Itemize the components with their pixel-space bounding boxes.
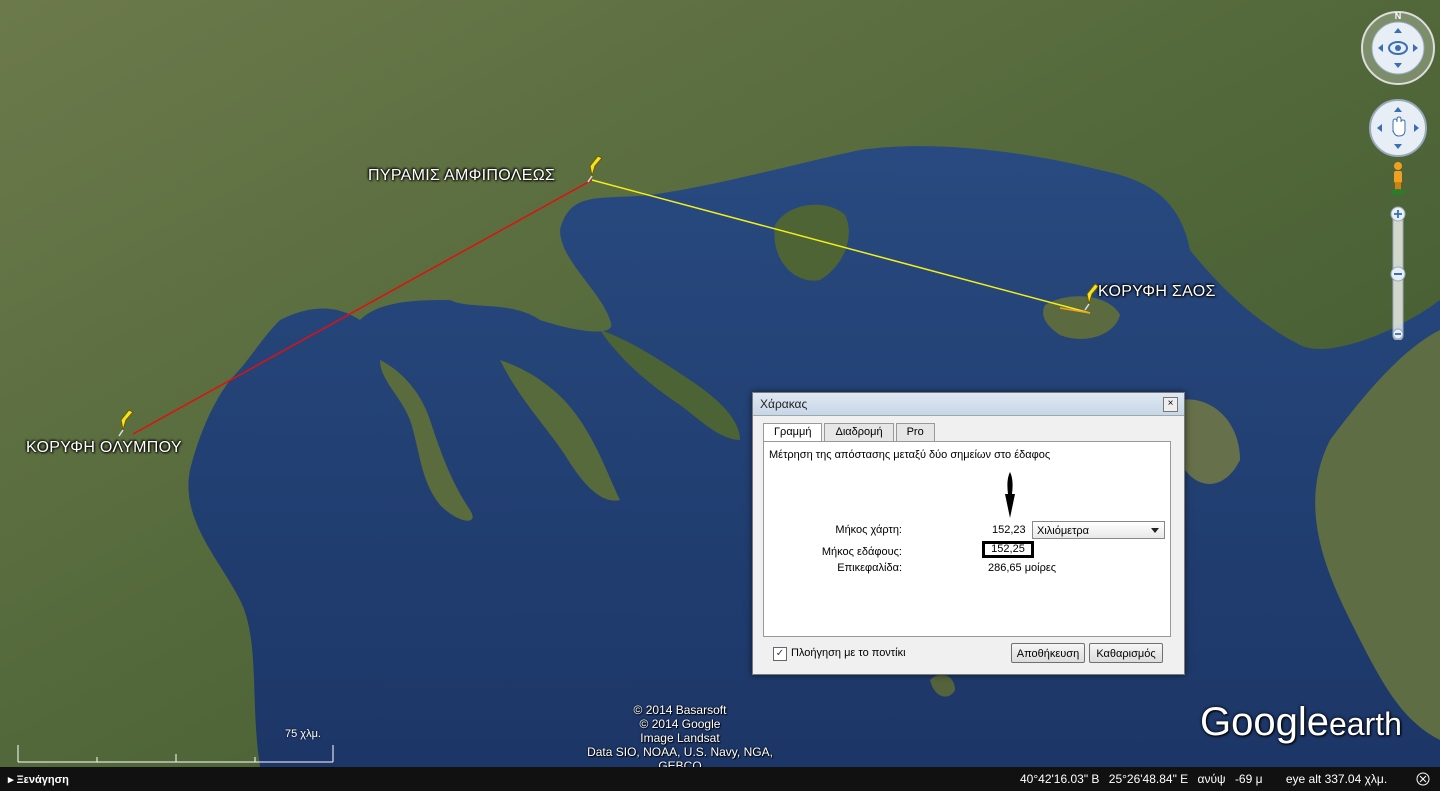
sound-icon[interactable] [1416, 772, 1430, 786]
ground-length-value: 152,25 [982, 541, 1034, 558]
eye-altitude: eye alt 337.04 χλμ. [1285, 772, 1388, 786]
mouse-nav-checkbox[interactable]: ✓ [773, 647, 787, 661]
ground-length-label: Μήκος εδάφους: [821, 546, 902, 558]
satellite-map[interactable] [0, 0, 1440, 791]
credit-line: © 2014 Basarsoft [633, 703, 727, 717]
ruler-tabs: Γραμμή Διαδρομή Pro [763, 423, 937, 442]
tab-line[interactable]: Γραμμή [763, 423, 823, 442]
clear-button[interactable]: Καθαρισμός [1089, 643, 1163, 663]
google-earth-logo: Googleearth [1200, 700, 1402, 745]
latitude: 40°42'16.03" Β [1020, 772, 1100, 786]
logo-google-text: Google [1200, 700, 1329, 744]
ruler-description: Μέτρηση της απόστασης μεταξύ δύο σημείων… [769, 449, 1051, 461]
chevron-down-icon [1151, 528, 1159, 533]
scale-label: 75 χλμ. [285, 728, 321, 740]
heading-label: Επικεφαλίδα: [837, 562, 902, 574]
tab-pro[interactable]: Pro [895, 423, 935, 441]
save-button[interactable]: Αποθήκευση [1011, 643, 1085, 663]
elevation-label: ανύψ [1197, 772, 1226, 786]
close-button[interactable]: × [1163, 397, 1178, 412]
unit-select-value: Χιλιόμετρα [1037, 525, 1090, 537]
heading-value: 286,65 μοίρες [988, 562, 1057, 574]
placemark-label-olympus[interactable]: ΚΟΡΥΦΗ ΟΛΥΜΠΟΥ [26, 439, 182, 457]
zoom-in-icon[interactable] [1390, 206, 1406, 222]
move-joystick-icon[interactable] [1369, 99, 1427, 157]
ruler-panel: Μέτρηση της απόστασης μεταξύ δύο σημείων… [763, 441, 1171, 637]
ruler-dialog: Χάρακας × Γραμμή Διαδρομή Pro Μέτρηση τη… [752, 392, 1185, 675]
svg-text:N: N [1395, 11, 1402, 21]
longitude: 25°26'48.84" Ε [1108, 772, 1189, 786]
status-bar: ▸ Ξενάγηση 40°42'16.03" Β 25°26'48.84" Ε… [0, 767, 1440, 791]
tab-path[interactable]: Διαδρομή [824, 423, 894, 441]
mouse-nav-label: Πλοήγηση με το ποντίκι [791, 647, 906, 659]
navigation-controls: N [1361, 11, 1435, 340]
placemark-label-amfipolis[interactable]: ΠΥΡΑΜΙΣ ΑΜΦΙΠΟΛΕΩΣ [368, 167, 555, 185]
zoom-out-icon[interactable] [1392, 328, 1404, 340]
map-length-label: Μήκος χάρτη: [835, 524, 902, 536]
pegman-icon[interactable] [1391, 162, 1405, 195]
map-length-value: 152,23 [992, 524, 1026, 536]
placemark-label-saos[interactable]: ΚΟΡΥΦΗ ΣΑΟΣ [1098, 283, 1216, 301]
unit-select[interactable]: Χιλιόμετρα [1032, 521, 1165, 539]
dialog-title: Χάρακας [753, 393, 1184, 416]
annotation-arrow-icon [1005, 472, 1015, 518]
logo-earth-text: earth [1328, 706, 1402, 742]
map-credits: © 2014 Basarsoft © 2014 Google Image Lan… [580, 703, 780, 773]
tour-button[interactable]: ▸ Ξενάγηση [8, 773, 69, 786]
credit-line: Image Landsat [640, 731, 720, 745]
zoom-handle[interactable] [1390, 266, 1406, 282]
look-joystick-icon[interactable]: N [1361, 11, 1435, 85]
credit-line: © 2014 Google [639, 717, 721, 731]
coordinates-readout: 40°42'16.03" Β 25°26'48.84" Ε ανύψ -69 μ… [1020, 772, 1393, 786]
elevation: -69 μ [1234, 772, 1263, 786]
